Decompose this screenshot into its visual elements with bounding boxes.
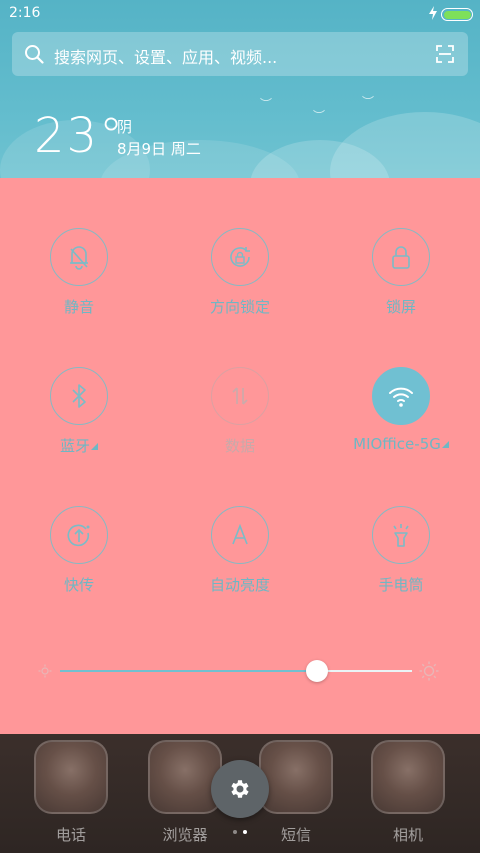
toggle-flashlight-circle[interactable] (372, 506, 430, 564)
toggle-quick-transfer[interactable]: 快传 (4, 506, 154, 616)
toggle-wifi-label: MIOffice-5G (326, 435, 476, 453)
brightness-low-icon (38, 664, 52, 678)
status-bar: 2:16 (0, 0, 480, 28)
toggle-quick-transfer-circle[interactable] (50, 506, 108, 564)
battery-fill (443, 10, 471, 19)
bluetooth-label-text: 蓝牙 (59, 437, 90, 455)
search-bar[interactable]: 搜索网页、设置、应用、视频... (12, 32, 468, 76)
quick-settings-panel: 静音 方向锁定 锁屏 蓝牙 数据 MIOffice-5G 快传 自动亮度 手电筒 (0, 178, 480, 734)
rotation-lock-icon (230, 247, 250, 267)
toggle-rotation-lock[interactable]: 方向锁定 (165, 228, 315, 338)
quick-transfer-icon (67, 524, 90, 547)
mobile-data-icon (232, 387, 248, 405)
toggle-flashlight-label: 手电筒 (378, 576, 424, 594)
toggle-auto-brightness[interactable]: 自动亮度 (165, 506, 315, 616)
bird-decoration: ︶ (260, 97, 273, 111)
weather-header: ︶ ︶ ︶ 2:16 搜索网页、设置、应用、视频... 23° 阴 8月9日 周… (0, 0, 480, 178)
brightness-slider[interactable] (60, 660, 412, 682)
toggle-lock-screen[interactable]: 锁屏 (326, 228, 476, 338)
toggle-wifi-circle[interactable] (372, 367, 430, 425)
app-label: 相机 (392, 826, 423, 844)
settings-button[interactable] (211, 760, 269, 818)
toggle-rotation-lock-circle[interactable] (211, 228, 269, 286)
battery-icon (441, 8, 473, 21)
weather-condition: 阴 (117, 118, 133, 136)
app-label: 短信 (280, 826, 311, 844)
toggle-mobile-data[interactable]: 数据 (165, 367, 315, 477)
bird-decoration: ︶ (313, 109, 326, 123)
expand-triangle-icon (91, 443, 98, 450)
bird-decoration: ︶ (362, 95, 375, 109)
app-label: 浏览器 (162, 826, 208, 844)
app-camera[interactable]: 相机 (368, 740, 448, 845)
page-dot (243, 830, 247, 834)
toggle-silent-circle[interactable] (50, 228, 108, 286)
toggle-lock-screen-circle[interactable] (372, 228, 430, 286)
toggle-mobile-data-label: 数据 (224, 437, 255, 455)
toggle-silent[interactable]: 静音 (4, 228, 154, 338)
temperature: 23° (34, 108, 126, 164)
bluetooth-icon (72, 384, 86, 408)
weather-date: 8月9日 周二 (117, 140, 201, 158)
messages-app-icon[interactable] (259, 740, 333, 814)
app-phone[interactable]: 电话 (31, 740, 111, 845)
wifi-label-text: MIOffice-5G (353, 435, 441, 453)
toggle-auto-brightness-circle[interactable] (211, 506, 269, 564)
expand-triangle-icon (441, 441, 449, 448)
toggle-lock-screen-label: 锁屏 (385, 298, 416, 316)
camera-app-icon[interactable] (371, 740, 445, 814)
brightness-control (30, 656, 450, 686)
toggle-wifi[interactable]: MIOffice-5G (326, 367, 476, 477)
scan-icon[interactable] (436, 45, 454, 63)
search-placeholder: 搜索网页、设置、应用、视频... (54, 48, 278, 67)
toggle-rotation-lock-label: 方向锁定 (209, 298, 270, 316)
charging-icon (429, 6, 437, 20)
toggle-bluetooth[interactable]: 蓝牙 (4, 367, 154, 477)
flashlight-icon (393, 524, 409, 547)
toggle-bluetooth-label: 蓝牙 (4, 435, 154, 456)
browser-app-icon[interactable] (148, 740, 222, 814)
toggle-silent-label: 静音 (63, 298, 94, 316)
brightness-high-icon (419, 661, 439, 681)
lock-icon (392, 246, 410, 269)
toggle-mobile-data-circle[interactable] (211, 367, 269, 425)
wifi-icon (389, 387, 413, 407)
gear-icon (231, 780, 249, 798)
brightness-slider-fill (60, 670, 317, 672)
page-dot (233, 830, 237, 834)
search-icon (25, 45, 44, 64)
status-time: 2:16 (9, 5, 41, 21)
cloud-decoration (330, 112, 480, 178)
phone-app-icon[interactable] (34, 740, 108, 814)
app-label: 电话 (55, 826, 86, 844)
bell-off-icon (70, 246, 88, 270)
toggle-quick-transfer-label: 快传 (63, 576, 94, 594)
auto-brightness-icon (232, 523, 248, 545)
toggle-auto-brightness-label: 自动亮度 (209, 576, 270, 594)
toggle-bluetooth-circle[interactable] (50, 367, 108, 425)
brightness-slider-thumb[interactable] (305, 660, 328, 682)
app-dock: 电话 浏览器 短信 相机 (0, 734, 480, 853)
toggle-flashlight[interactable]: 手电筒 (326, 506, 476, 616)
